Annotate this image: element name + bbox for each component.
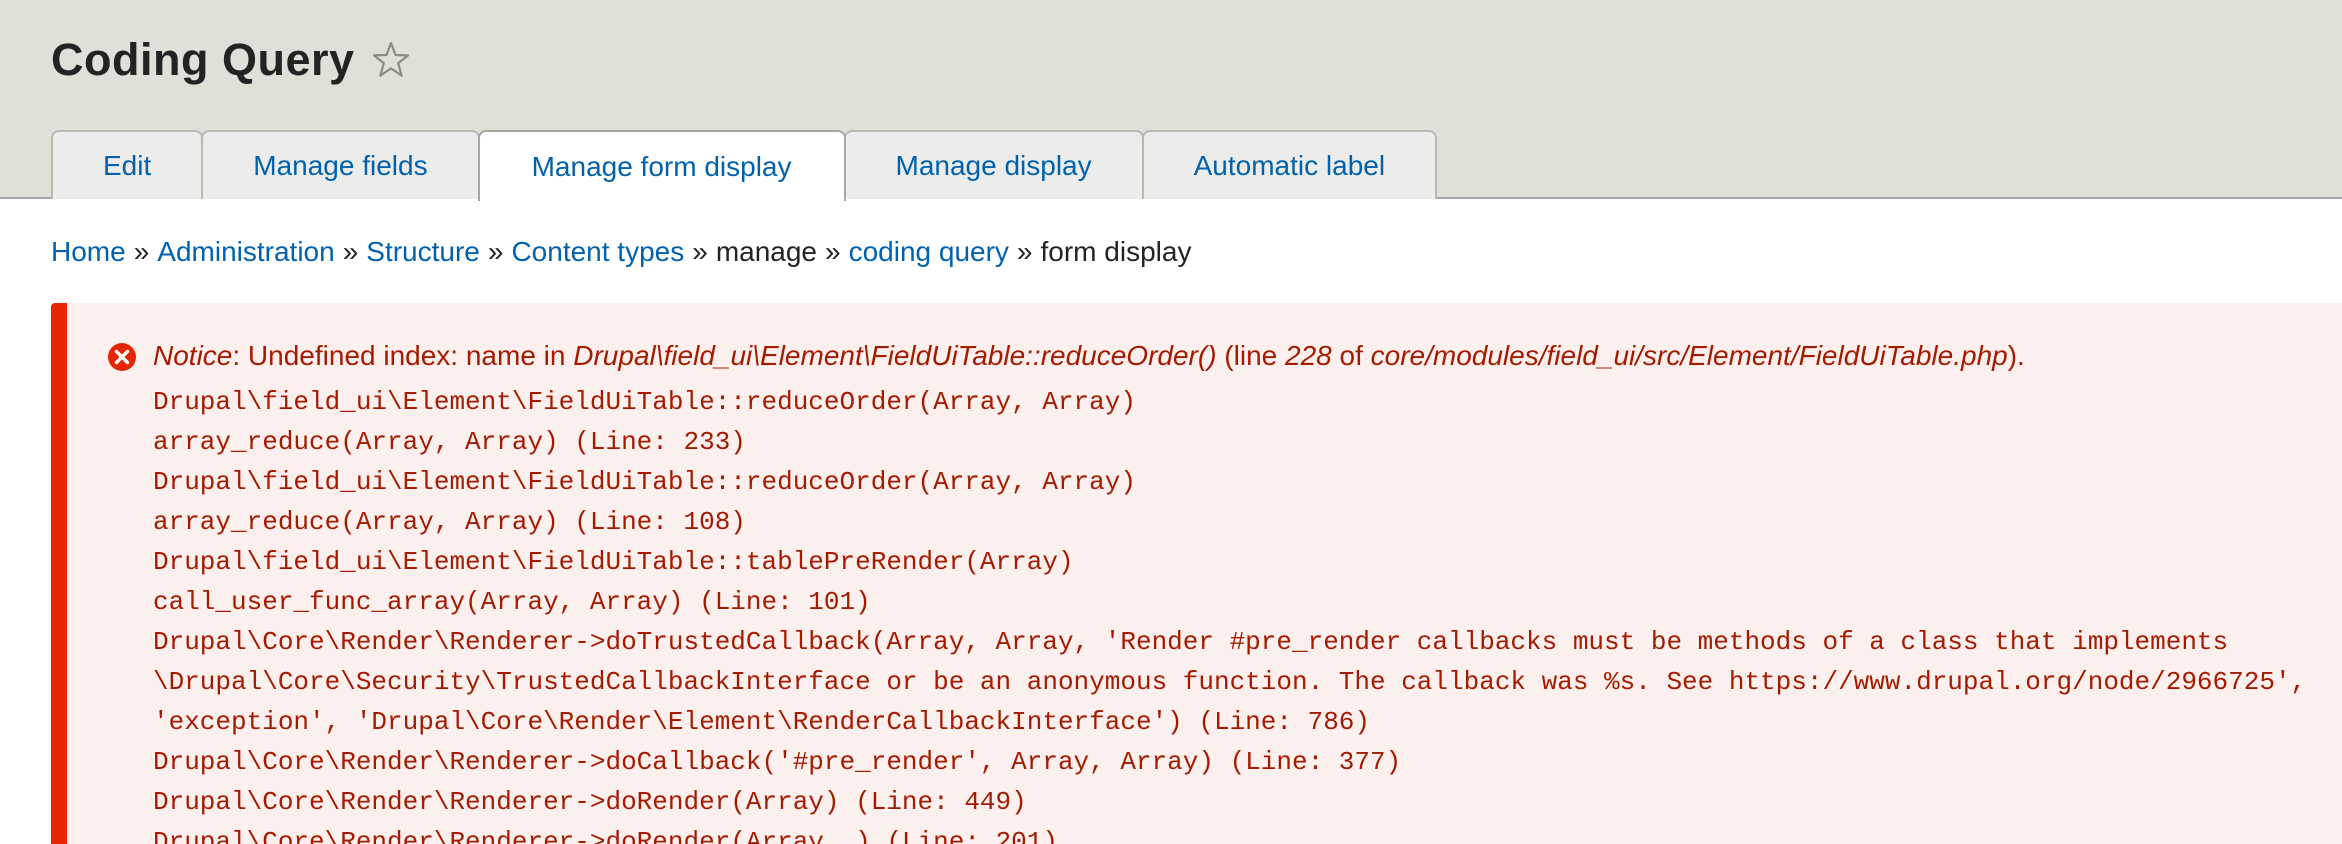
trace-line: array_reduce(Array, Array) (Line: 108)	[153, 507, 746, 537]
tab-manage-display[interactable]: Manage display	[843, 130, 1144, 199]
notice-summary: Notice: Undefined index: name in Drupal\…	[153, 340, 2025, 372]
breadcrumb-separator: »	[342, 236, 359, 267]
star-icon[interactable]	[371, 40, 411, 80]
trace-line: array_reduce(Array, Array) (Line: 233)	[153, 427, 746, 457]
primary-tabs: Edit Manage fields Manage form display M…	[51, 130, 1438, 201]
error-message: Notice: Undefined index: name in Drupal\…	[51, 303, 2342, 844]
page-title-row: Coding Query	[51, 30, 411, 90]
trace-line: Drupal\field_ui\Element\FieldUiTable::re…	[153, 387, 1136, 417]
notice-text: ).	[2007, 340, 2025, 371]
breadcrumb: Home» Administration» Structure» Content ty…	[51, 236, 1191, 268]
page-header: Coding Query Edit Manage fields Manage f…	[0, 0, 2342, 201]
breadcrumb-separator: »	[825, 236, 841, 267]
notice-line-number: 228	[1285, 340, 1332, 371]
trace-line: Drupal\Core\Render\Renderer->doTrustedCa…	[153, 627, 2229, 657]
tab-manage-fields[interactable]: Manage fields	[201, 130, 480, 199]
tab-automatic-label[interactable]: Automatic label	[1141, 130, 1438, 199]
tab-edit[interactable]: Edit	[51, 130, 204, 199]
breadcrumb-separator: »	[1016, 236, 1033, 267]
breadcrumb-content-types[interactable]: Content types	[511, 236, 684, 267]
trace-line: Drupal\Core\Render\Renderer->doRender(Ar…	[153, 827, 1058, 844]
page-title: Coding Query	[51, 34, 355, 85]
notice-label: Notice	[153, 340, 233, 371]
trace-line: 'exception', 'Drupal\Core\Render\Element…	[153, 707, 1370, 737]
notice-text: of	[1331, 340, 1371, 371]
breadcrumb-separator: »	[487, 236, 504, 267]
trace-line: Drupal\field_ui\Element\FieldUiTable::ta…	[153, 547, 1074, 577]
tab-manage-form-display[interactable]: Manage form display	[477, 130, 846, 201]
breadcrumb-coding-query[interactable]: coding query	[849, 236, 1009, 267]
breadcrumb-administration[interactable]: Administration	[157, 236, 334, 267]
breadcrumb-current: form display	[1040, 236, 1192, 267]
breadcrumb-structure[interactable]: Structure	[366, 236, 480, 267]
trace-line: \Drupal\Core\Security\TrustedCallbackInt…	[153, 667, 2307, 697]
error-x-circle-icon	[107, 342, 137, 372]
breadcrumb-separator: »	[133, 236, 150, 267]
breadcrumb-manage: manage	[715, 236, 817, 267]
trace-line: Drupal\Core\Render\Renderer->doRender(Ar…	[153, 787, 1027, 817]
notice-text: : Undefined index: name in	[232, 340, 574, 371]
breadcrumb-separator: »	[692, 236, 708, 267]
stack-trace: Drupal\field_ui\Element\FieldUiTable::re…	[153, 382, 2306, 844]
notice-function: Drupal\field_ui\Element\FieldUiTable::re…	[573, 340, 1217, 371]
notice-text: (line	[1216, 340, 1285, 371]
notice-file: core/modules/field_ui/src/Element/FieldU…	[1370, 340, 2008, 371]
breadcrumb-home[interactable]: Home	[51, 236, 126, 267]
trace-line: Drupal\Core\Render\Renderer->doCallback(…	[153, 747, 1402, 777]
trace-line: call_user_func_array(Array, Array) (Line…	[153, 587, 871, 617]
trace-line: Drupal\field_ui\Element\FieldUiTable::re…	[153, 467, 1136, 497]
